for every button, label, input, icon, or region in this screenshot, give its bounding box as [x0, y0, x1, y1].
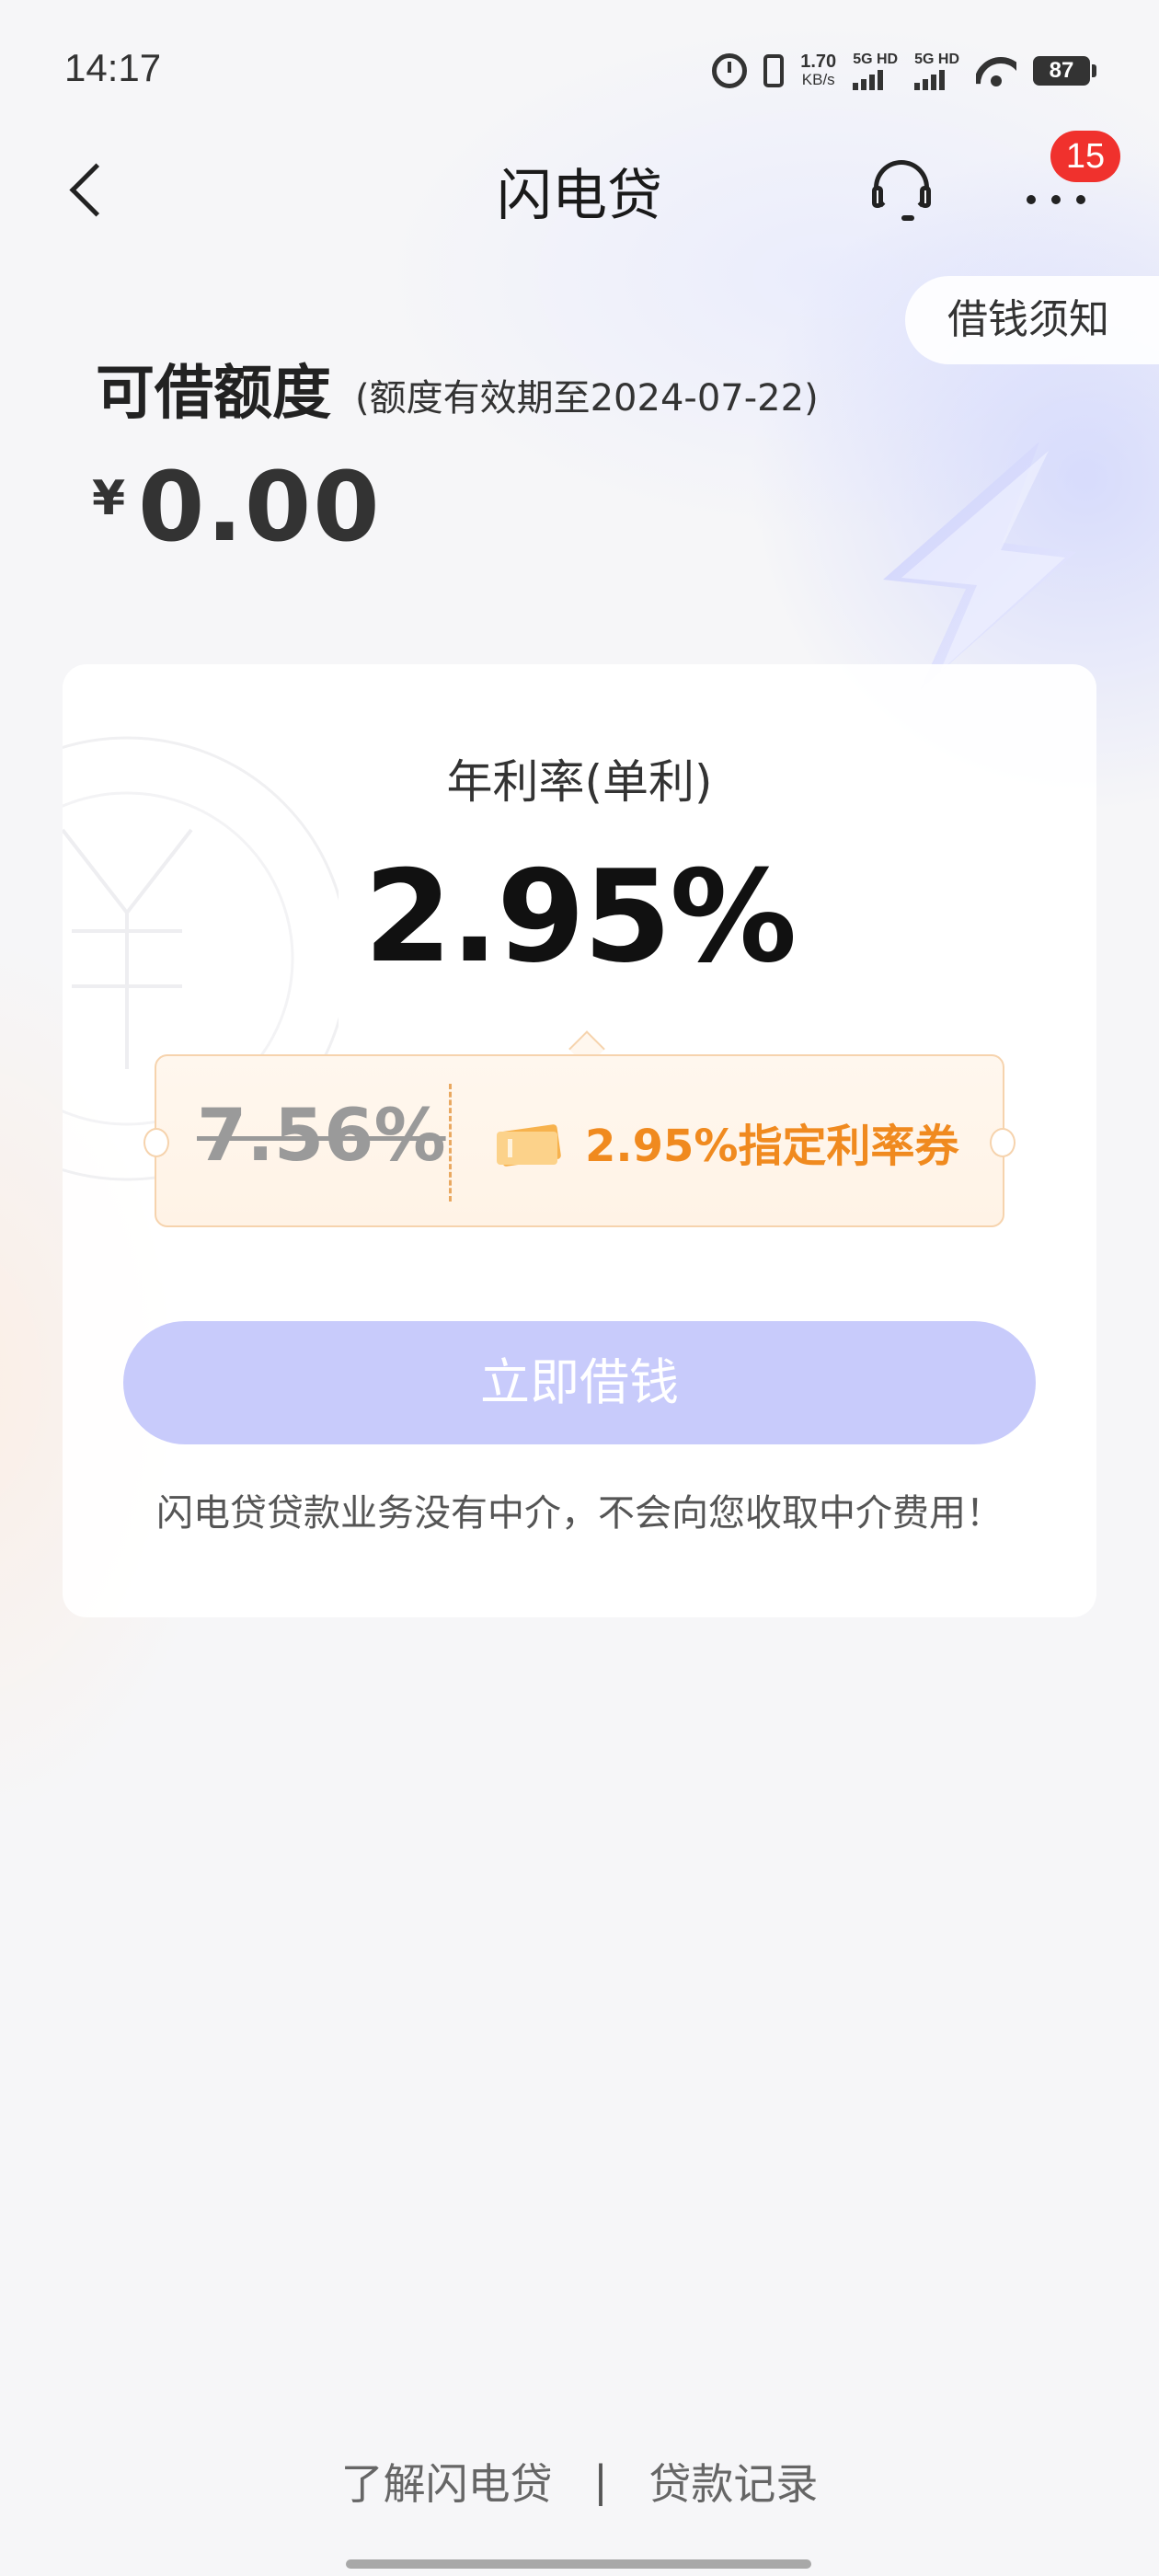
coupon-ticket-icon [497, 1124, 561, 1167]
coupon-text: 2.95%指定利率券 [585, 1121, 959, 1172]
currency-symbol: ¥ [92, 471, 126, 526]
learn-about-link[interactable]: 了解闪电贷 [341, 2451, 553, 2512]
borrow-now-button[interactable]: 立即借钱 [123, 1321, 1036, 1444]
status-bar: 14:17 1.70 KB/s 5G HD 5G HD 87 [0, 0, 1159, 138]
lightning-bolt-icon [883, 442, 1076, 690]
footer-separator: | [593, 2456, 608, 2506]
page-title: 闪电贷 [497, 164, 662, 228]
battery-icon: 87 [1033, 56, 1096, 86]
home-indicator[interactable] [346, 2559, 811, 2569]
rate-coupon[interactable]: 7.56% 2.95%指定利率券 [143, 1054, 1016, 1227]
network-speed-value: 1.70 [800, 52, 837, 72]
interest-rate-card: 年利率(单利) 2.95% 7.56% 2.95%指定利率券 立即借钱 闪电贷贷… [63, 664, 1096, 1617]
app-header: 闪电贷 [0, 138, 1159, 239]
credit-amount: 0.00 [138, 451, 382, 563]
network-speed: 1.70 KB/s [800, 52, 836, 89]
credit-validity-text: (额度有效期至2024-07-22) [355, 377, 819, 420]
sim1-label: 5G HD [853, 51, 899, 67]
vibrate-icon [763, 54, 785, 87]
status-icons: 1.70 KB/s 5G HD 5G HD 87 [712, 48, 1096, 94]
coupon-divider [449, 1084, 452, 1202]
sim1-signal-icon: 5G HD [853, 52, 898, 90]
original-rate-strikethrough: 7.56% [197, 1095, 446, 1178]
loan-records-link[interactable]: 贷款记录 [648, 2451, 818, 2512]
alarm-icon [712, 53, 748, 88]
status-time: 14:17 [64, 46, 162, 89]
footer-links: 了解闪电贷 | 贷款记录 [0, 2451, 1159, 2512]
credit-limit-title: 可借额度 [96, 360, 331, 428]
annual-rate-label: 年利率(单利) [446, 755, 713, 809]
sim2-label: 5G HD [914, 51, 959, 67]
borrowing-notice-button[interactable]: 借钱须知 [905, 276, 1159, 364]
network-speed-unit: KB/s [801, 71, 835, 88]
wifi-icon [976, 55, 1016, 86]
battery-level: 87 [1033, 56, 1090, 86]
notification-badge: 15 [1050, 131, 1120, 182]
no-intermediary-disclaimer: 闪电贷贷款业务没有中介，不会向您收取中介费用！ [156, 1492, 1003, 1535]
customer-service-headset-icon[interactable] [868, 158, 935, 224]
sim2-signal-icon: 5G HD [914, 52, 959, 90]
annual-rate-value: 2.95% [363, 843, 798, 991]
